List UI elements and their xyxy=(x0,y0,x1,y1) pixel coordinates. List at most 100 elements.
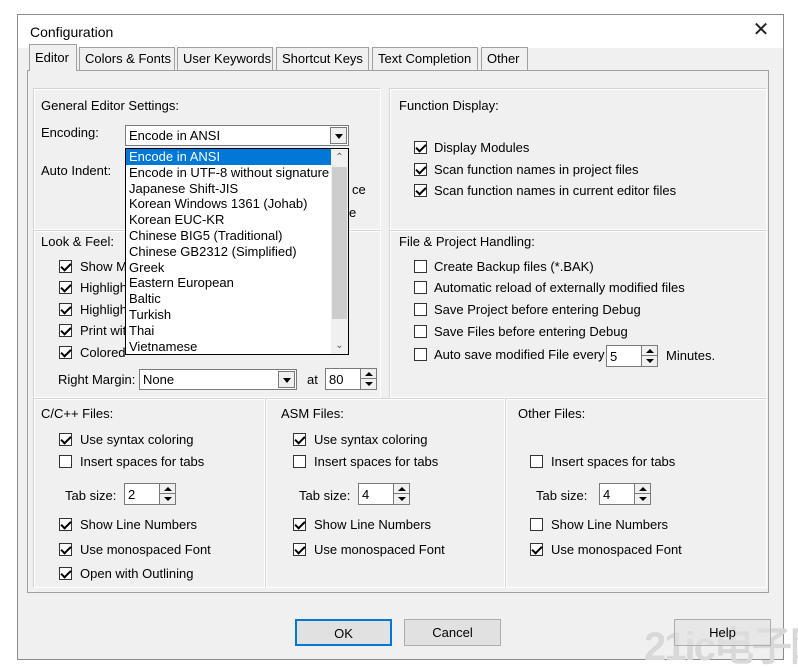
encoding-select[interactable]: Encode in ANSI xyxy=(125,125,349,146)
display-modules-label: Display Modules xyxy=(434,140,530,155)
cpp-tab-size-value: 2 xyxy=(128,487,136,502)
window-title: Configuration xyxy=(30,24,114,40)
encoding-option[interactable]: Chinese GB2312 (Simplified) xyxy=(126,244,348,260)
right-margin-label: Right Margin: xyxy=(58,372,136,387)
auto-reload-checkbox[interactable] xyxy=(414,281,427,294)
encoding-option[interactable]: Chinese BIG5 (Traditional) xyxy=(126,228,348,244)
tab-colors-fonts[interactable]: Colors & Fonts xyxy=(79,47,175,70)
cpp-syntax-checkbox[interactable] xyxy=(59,433,72,446)
encoding-option[interactable]: Greek xyxy=(126,260,348,276)
highlight-1-label: Highligh xyxy=(80,280,127,295)
encoding-option[interactable]: Turkish xyxy=(126,307,348,323)
spin-up-icon[interactable] xyxy=(159,484,175,494)
obscured-text-2: e xyxy=(349,205,357,220)
encoding-value: Encode in ANSI xyxy=(129,128,221,143)
asm-insert-spaces-checkbox[interactable] xyxy=(293,455,306,468)
other-insert-spaces-label: Insert spaces for tabs xyxy=(551,454,676,469)
cpp-tab-size-stepper[interactable]: 2 xyxy=(124,483,176,505)
asm-line-numbers-checkbox[interactable] xyxy=(293,518,306,531)
spin-up-icon[interactable] xyxy=(360,369,376,379)
spin-down-icon[interactable] xyxy=(159,494,175,504)
scan-editor-label: Scan function names in current editor fi… xyxy=(434,183,677,198)
spin-up-icon[interactable] xyxy=(641,346,657,356)
spin-down-icon[interactable] xyxy=(393,494,409,504)
other-tab-size-label: Tab size: xyxy=(536,488,588,503)
dropdown-scrollbar[interactable]: ⌃ ⌄ xyxy=(331,149,348,354)
cpp-insert-spaces-checkbox[interactable] xyxy=(59,455,72,468)
create-backup-checkbox[interactable] xyxy=(414,260,427,273)
colored-checkbox[interactable] xyxy=(59,346,72,359)
tab-shortcut-keys[interactable]: Shortcut Keys xyxy=(276,47,369,70)
asm-tab-size-label: Tab size: xyxy=(299,488,351,503)
encoding-option[interactable]: Baltic xyxy=(126,291,348,307)
auto-save-checkbox[interactable] xyxy=(414,348,427,361)
tab-text-completion[interactable]: Text Completion xyxy=(372,47,478,70)
encoding-option[interactable]: Thai xyxy=(126,323,348,339)
scan-editor-checkbox[interactable] xyxy=(414,184,427,197)
encoding-dropdown-list[interactable]: Encode in ANSI Encode in UTF-8 without s… xyxy=(125,148,349,355)
colored-label: Colored xyxy=(80,345,126,360)
tab-other[interactable]: Other xyxy=(481,47,528,70)
save-project-checkbox[interactable] xyxy=(414,303,427,316)
asm-line-numbers-label: Show Line Numbers xyxy=(314,517,432,532)
spin-down-icon[interactable] xyxy=(634,494,650,504)
other-line-numbers-checkbox[interactable] xyxy=(530,518,543,531)
file-project-heading: File & Project Handling: xyxy=(399,234,535,249)
asm-heading: ASM Files: xyxy=(281,406,344,421)
cpp-tab-size-label: Tab size: xyxy=(65,488,117,503)
cpp-insert-spaces-label: Insert spaces for tabs xyxy=(80,454,205,469)
display-modules-checkbox[interactable] xyxy=(414,141,427,154)
cpp-line-numbers-checkbox[interactable] xyxy=(59,518,72,531)
cpp-monospaced-checkbox[interactable] xyxy=(59,543,72,556)
minutes-label: Minutes. xyxy=(666,348,716,363)
close-icon[interactable]: ✕ xyxy=(739,15,783,48)
cpp-outlining-checkbox[interactable] xyxy=(59,567,72,580)
other-monospaced-label: Use monospaced Font xyxy=(551,542,682,557)
print-checkbox[interactable] xyxy=(59,324,72,337)
spin-down-icon[interactable] xyxy=(360,379,376,389)
highlight-1-checkbox[interactable] xyxy=(59,281,72,294)
ok-button[interactable]: OK xyxy=(295,619,392,646)
encoding-option[interactable]: Korean EUC-KR xyxy=(126,212,348,228)
highlight-2-label: Highligh xyxy=(80,302,127,317)
margin-column-stepper[interactable]: 80 xyxy=(325,368,377,390)
save-project-label: Save Project before entering Debug xyxy=(434,302,641,317)
encoding-option[interactable]: Encode in UTF-8 without signature xyxy=(126,165,348,181)
scroll-up-icon[interactable]: ⌃ xyxy=(331,149,348,166)
scroll-down-icon[interactable]: ⌄ xyxy=(331,337,348,354)
cancel-button[interactable]: Cancel xyxy=(404,619,501,646)
right-margin-select[interactable]: None xyxy=(139,369,297,390)
other-tab-size-stepper[interactable]: 4 xyxy=(599,483,651,505)
encoding-option[interactable]: Vietnamese xyxy=(126,339,348,354)
spin-up-icon[interactable] xyxy=(393,484,409,494)
asm-tab-size-stepper[interactable]: 4 xyxy=(358,483,410,505)
scrollbar-thumb[interactable] xyxy=(332,167,347,319)
save-files-label: Save Files before entering Debug xyxy=(434,324,628,339)
scan-project-checkbox[interactable] xyxy=(414,163,427,176)
auto-save-stepper[interactable]: 5 xyxy=(606,345,658,367)
at-label: at xyxy=(307,372,318,387)
encoding-option[interactable]: Japanese Shift-JIS xyxy=(126,181,348,197)
tab-editor[interactable]: Editor xyxy=(29,44,77,71)
other-monospaced-checkbox[interactable] xyxy=(530,543,543,556)
scan-project-label: Scan function names in project files xyxy=(434,162,639,177)
asm-syntax-checkbox[interactable] xyxy=(293,433,306,446)
tab-user-keywords[interactable]: User Keywords xyxy=(177,47,273,70)
obscured-text-1: ce xyxy=(352,182,366,197)
other-insert-spaces-checkbox[interactable] xyxy=(530,455,543,468)
asm-monospaced-checkbox[interactable] xyxy=(293,543,306,556)
encoding-option[interactable]: Encode in ANSI xyxy=(126,149,348,165)
print-label: Print wit xyxy=(80,323,127,338)
chevron-down-icon[interactable] xyxy=(278,371,295,388)
show-checkbox[interactable] xyxy=(59,260,72,273)
spin-down-icon[interactable] xyxy=(641,356,657,366)
spin-up-icon[interactable] xyxy=(634,484,650,494)
help-button[interactable]: Help xyxy=(674,619,771,646)
encoding-option[interactable]: Korean Windows 1361 (Johab) xyxy=(126,196,348,212)
save-files-checkbox[interactable] xyxy=(414,325,427,338)
show-label: Show M xyxy=(80,259,127,274)
encoding-option[interactable]: Eastern European xyxy=(126,275,348,291)
asm-monospaced-label: Use monospaced Font xyxy=(314,542,445,557)
chevron-down-icon[interactable] xyxy=(330,127,347,144)
highlight-2-checkbox[interactable] xyxy=(59,303,72,316)
